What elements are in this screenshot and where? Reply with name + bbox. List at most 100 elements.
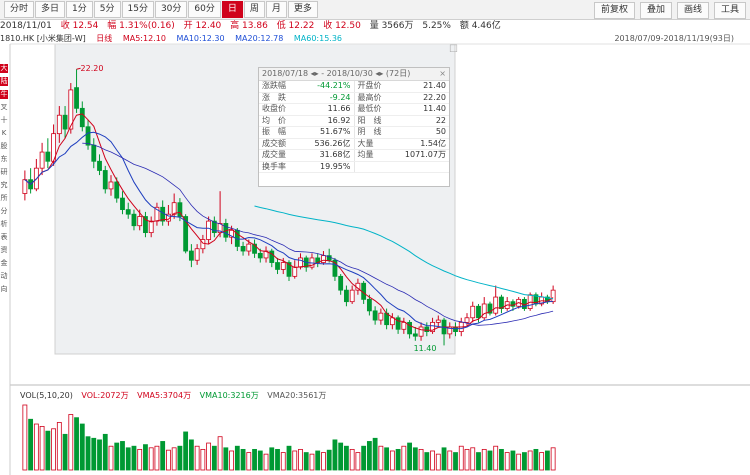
- volume-bar: [516, 453, 522, 471]
- volume-bar: [510, 450, 516, 471]
- volume-bar: [435, 453, 441, 471]
- volume-bar: [33, 423, 39, 471]
- candle-body: [257, 252, 263, 259]
- popup-date-from: 2018/07/18: [262, 69, 309, 78]
- popup-cell: 21.40: [391, 81, 449, 93]
- candle-body: [194, 248, 200, 261]
- volume-bar: [522, 452, 527, 471]
- candle-body: [22, 179, 28, 194]
- popup-cell: 22: [391, 115, 449, 127]
- popup-cell: 1.54亿: [391, 138, 449, 150]
- selection-close-icon[interactable]: ☐: [449, 44, 458, 55]
- candle-body: [321, 255, 326, 263]
- volume-bar: [229, 450, 234, 471]
- popup-cell: 最低价: [353, 103, 392, 116]
- volume-bar: [366, 441, 372, 471]
- volume-bar: [326, 449, 332, 471]
- candle-body: [275, 262, 280, 270]
- volume-bar: [412, 447, 418, 471]
- volume-bar: [240, 448, 246, 471]
- candle-body: [62, 114, 68, 130]
- candle-body: [493, 296, 499, 314]
- candle-body: [114, 181, 120, 199]
- popup-row: 收盘价 11.66 最低价 11.40: [259, 103, 449, 116]
- volume-bar: [458, 445, 464, 471]
- volume-bar: [539, 452, 545, 471]
- candle-body: [464, 317, 470, 323]
- volume-bar: [447, 450, 453, 471]
- candle-body: [424, 326, 430, 332]
- vma20-value: VMA20:3561万: [267, 391, 327, 400]
- volume-bar: [234, 445, 240, 471]
- candle-body: [298, 257, 303, 268]
- volume-bar: [344, 445, 349, 471]
- volume-bar: [378, 445, 384, 471]
- popup-cell: 阴 线: [353, 126, 392, 139]
- popup-cell: 最高价: [353, 92, 392, 104]
- popup-cell: [353, 161, 392, 173]
- popup-close-icon[interactable]: ×: [439, 68, 446, 80]
- volume-bar: [257, 450, 263, 471]
- popup-cell: 收盘价: [259, 103, 297, 116]
- candle-body: [372, 310, 378, 321]
- candle-body: [292, 266, 298, 277]
- popup-row: 均 价 16.92 阳 线 22: [259, 115, 449, 127]
- volume-bar: [177, 445, 183, 471]
- popup-cell: 19.95%: [296, 161, 354, 173]
- volume-bar: [395, 448, 401, 471]
- volume-bar: [102, 433, 108, 471]
- volume-bar: [269, 447, 275, 471]
- popup-cell: [391, 161, 449, 173]
- volume-bar: [45, 430, 51, 471]
- vol-value: VOL:2072万: [81, 391, 129, 400]
- volume-bar: [166, 449, 171, 471]
- popup-arrows-icon[interactable]: ◂▸: [311, 69, 319, 78]
- popup-cell: 50: [391, 126, 449, 139]
- volume-bar: [303, 452, 309, 471]
- volume-bar: [504, 452, 510, 471]
- volume-bar: [361, 445, 367, 471]
- popup-table: 涨跌幅 -44.21% 开盘价 21.40 涨 跌 -9.24 最高价 22.20 收盘价 11.…: [259, 81, 449, 173]
- volume-bar: [275, 448, 280, 471]
- candle-body: [188, 250, 194, 261]
- candle-body: [344, 289, 349, 303]
- volume-bar: [120, 441, 125, 471]
- volume-bar: [114, 442, 120, 471]
- volume-bar: [407, 442, 412, 471]
- popup-days: (72日): [385, 69, 411, 78]
- volume-bar: [108, 445, 114, 471]
- candle-body: [137, 216, 143, 227]
- popup-cell: 31.68亿: [296, 149, 354, 162]
- candle-body: [389, 317, 395, 326]
- volume-bar: [389, 450, 395, 471]
- popup-cell: 大量: [353, 138, 392, 150]
- candle-body: [171, 202, 177, 215]
- popup-cell: 成交量: [259, 149, 297, 162]
- min-price-label: 11.40: [414, 344, 437, 353]
- volume-bar: [355, 452, 361, 471]
- candle-body: [102, 170, 108, 190]
- popup-cell: 536.26亿: [296, 138, 354, 150]
- volume-bar: [74, 417, 79, 471]
- volume-bar: [321, 452, 326, 471]
- volume-bar: [292, 450, 298, 471]
- volume-bar: [154, 445, 160, 471]
- volume-bar: [476, 452, 481, 471]
- popup-arrows-icon-2[interactable]: ◂▸: [375, 69, 383, 78]
- candle-body: [148, 220, 154, 234]
- volume-bar: [544, 450, 550, 471]
- popup-cell: 11.40: [391, 103, 449, 116]
- range-stats-popup: 2018/07/18 ◂▸ - 2018/10/30 ◂▸ (72日) × 涨跌…: [258, 67, 450, 187]
- volume-bar: [22, 404, 28, 471]
- candle-body: [74, 87, 79, 109]
- candle-body: [85, 126, 91, 146]
- volume-bar: [125, 447, 131, 471]
- candle-body: [125, 209, 131, 215]
- volume-bar: [418, 448, 424, 471]
- volume-bar: [441, 447, 447, 471]
- volume-bar: [143, 444, 148, 471]
- volume-bar: [298, 448, 303, 471]
- volume-bar: [200, 448, 206, 471]
- volume-bar: [280, 452, 286, 471]
- popup-cell: 均 价: [259, 115, 297, 127]
